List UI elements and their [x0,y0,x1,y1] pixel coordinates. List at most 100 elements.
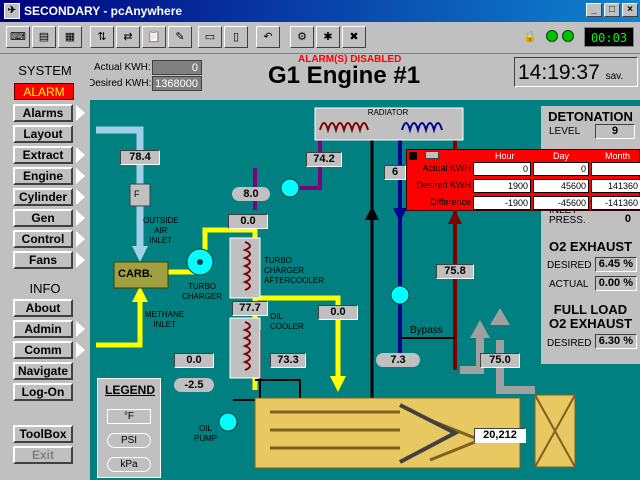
arrow-right-icon [76,105,85,121]
clock-time: 14:19:37 [518,61,600,84]
oil-temp-reading: 73.3 [270,353,306,368]
page-title: G1 Engine #1 [268,62,421,89]
coolant-reading: 6 [384,165,406,180]
exhaust-reading: 75.0 [480,353,520,368]
status-led-icon [562,30,574,42]
app-window: ✈ SECONDARY - pcAnywhere _ □ × ⌨ ▤ ▦ ⇅ ⇄… [0,0,640,480]
lock-icon[interactable]: 🔒 [518,26,542,48]
clock-suffix: sav. [605,71,624,82]
nav-cylinder-button[interactable]: Cylinder [13,188,73,206]
session-timer: 00:03 [584,27,634,47]
desired-month-cell: 141360 [591,179,640,193]
oil-cooler-label: OIL COOLER [270,312,304,331]
level-value: 9 [595,124,635,139]
inlet-press-value: 0 [624,213,631,225]
document-icon[interactable]: ▯ [224,26,248,48]
o2-exhaust-title: O2 EXHAUST [548,239,633,254]
monitor-icon[interactable]: ▭ [198,26,222,48]
nav-comm-button[interactable]: Comm [13,341,73,359]
difference-row-label: Difference [430,197,471,207]
keyboard-icon[interactable]: ⌨ [6,26,30,48]
legend-psi: PSI [107,433,151,448]
fl-desired-value: 6.30 % [595,334,637,349]
manifold-reading: 0.0 [318,305,358,320]
desired-kwh-label: Desired KWH: [88,78,152,89]
legend-title: LEGEND [104,383,155,397]
coolant-pressure-reading: 7.3 [376,353,420,367]
arrow-right-icon [76,189,85,205]
actual-month-cell [591,162,640,176]
o2-actual-label: ACTUAL [549,279,589,290]
close-button[interactable]: × [622,3,638,17]
file-transfer-icon[interactable]: ⇅ [90,26,114,48]
arrow-right-icon [76,168,85,184]
undo-icon[interactable]: ↶ [256,26,280,48]
kwh-popup[interactable]: Hour Day Month Actual KWH 0 0 Desired KW… [406,149,640,211]
air-temp-reading: 78.4 [120,150,160,165]
system-clock: 14:19:37 sav. [514,57,638,87]
turbo-charger-label: TURBO CHARGER [182,282,223,301]
clipboard-icon[interactable]: 📋 [142,26,166,48]
desired-hour-cell: 1900 [473,179,531,193]
arrow-right-icon [76,252,85,268]
title-bar[interactable]: ✈ SECONDARY - pcAnywhere _ □ × [0,0,640,22]
bypass-label: Bypass [410,325,443,336]
radiator-in-reading: 74.2 [306,152,342,167]
nav-engine-button[interactable]: Engine [13,167,73,185]
drag-handle[interactable] [409,152,417,160]
desired-kwh-value: 1368000 [152,76,202,91]
properties-icon[interactable]: ▦ [58,26,82,48]
o2-actual-value: 0.00 % [595,276,637,291]
oil-pressure-reading: 0.0 [174,353,214,368]
diff-month-cell: -141360 [591,196,640,210]
sidebar-nav: SYSTEM ALARM Alarms Layout Extract Engin… [0,55,90,480]
nav-admin-button[interactable]: Admin [13,320,73,338]
nav-control-button[interactable]: Control [13,230,73,248]
arrow-right-icon [76,342,85,358]
system-heading: SYSTEM [18,63,72,78]
disconnect-icon[interactable]: ✖ [342,26,366,48]
month-header: Month [605,151,631,161]
methane-inlet-label: METHANE INLET [145,310,185,329]
nav-navigate-button[interactable]: Navigate [13,362,73,380]
alarm-indicator[interactable]: ALARM [14,83,74,100]
o2-desired-label: DESIRED [547,260,592,271]
arrow-right-icon [76,210,85,226]
toolbox-button[interactable]: ToolBox [13,425,73,443]
window-title: SECONDARY - pcAnywhere [24,4,183,18]
remote-icon[interactable]: ⚙ [290,26,314,48]
actual-day-cell: 0 [533,162,589,176]
exit-button[interactable]: Exit [13,446,73,464]
status-led-icon [546,30,558,42]
settings-icon[interactable]: ✱ [316,26,340,48]
arrow-right-icon [76,321,85,337]
nav-extract-button[interactable]: Extract [13,146,73,164]
legend: LEGEND °F PSI kPa [97,378,161,478]
radiator-label: RADIATOR [367,108,409,117]
coolant-return-reading: 75.8 [436,264,474,279]
toolbar: ⌨ ▤ ▦ ⇅ ⇄ 📋 ✎ ▭ ▯ ↶ ⚙ ✱ ✖ 🔒 00:03 [0,22,640,54]
vacuum-reading: -2.5 [174,378,214,392]
right-panel: DETONATION LEVEL 9 INLETPRESS. 0 O2 EXHA… [541,106,640,364]
send-file-icon[interactable]: ⇄ [116,26,140,48]
legend-kpa: kPa [107,457,151,472]
engine-hours-reading: 20,212 [474,428,526,443]
popup-minimize-button[interactable] [425,151,439,159]
window-icon[interactable]: ▤ [32,26,56,48]
maximize-button[interactable]: □ [604,3,620,17]
nav-logon-button[interactable]: Log-On [13,383,73,401]
pressure-8-reading: 8.0 [232,187,270,201]
nav-alarms-button[interactable]: Alarms [13,104,73,122]
nav-fans-button[interactable]: Fans [13,251,73,269]
day-header: Day [553,151,570,161]
turbo-aftercooler-label: TURBO CHARGER AFTERCOOLER [264,256,325,285]
nav-about-button[interactable]: About [13,299,73,317]
filter-label: F [134,189,140,199]
arrow-right-icon [76,231,85,247]
nav-layout-button[interactable]: Layout [13,125,73,143]
level-label: LEVEL [549,126,581,137]
minimize-button[interactable]: _ [586,3,602,17]
desired-day-cell: 45600 [533,179,589,193]
chat-icon[interactable]: ✎ [168,26,192,48]
nav-gen-button[interactable]: Gen [13,209,73,227]
